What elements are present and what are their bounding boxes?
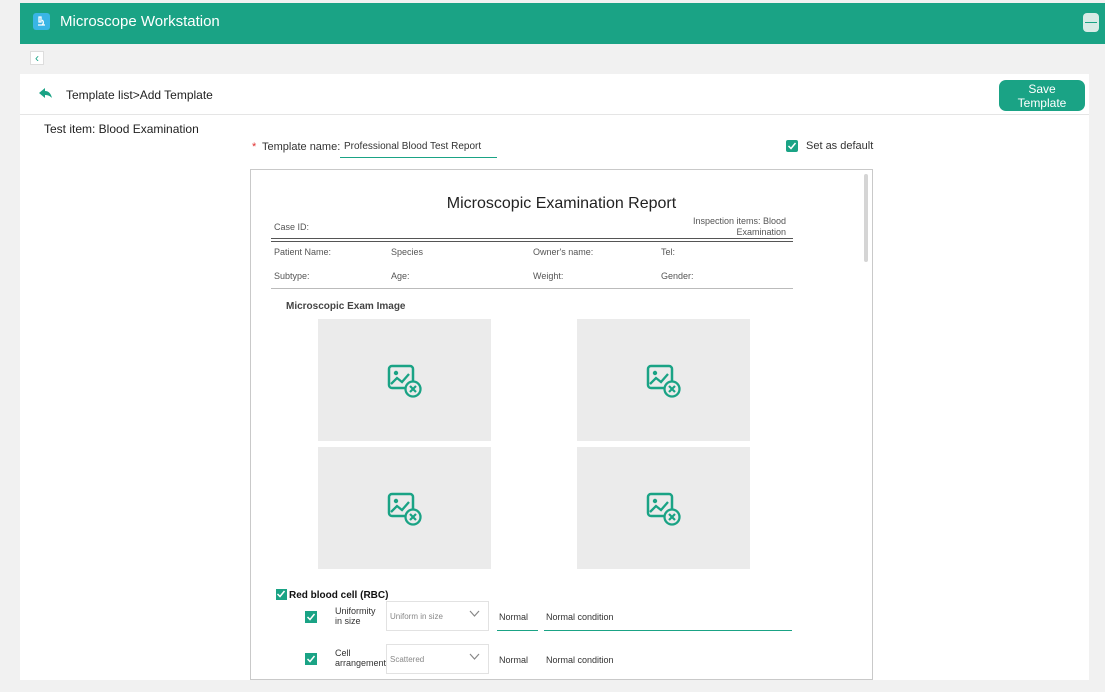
- report-preview[interactable]: Microscopic Examination Report Case ID: …: [250, 169, 873, 680]
- microscope-app-icon: [33, 13, 50, 30]
- minimize-button[interactable]: [1083, 13, 1099, 32]
- case-id-label: Case ID:: [274, 222, 310, 232]
- image-placeholder[interactable]: [577, 447, 750, 569]
- broken-image-icon: [387, 364, 422, 398]
- image-section-title: Microscopic Exam Image: [286, 301, 406, 312]
- save-template-button[interactable]: Save Template: [999, 80, 1085, 111]
- subtype-label: Subtype:: [274, 271, 310, 281]
- arrangement-condition[interactable]: Normal condition: [546, 655, 614, 665]
- main-panel: Template list>Add Template Save Template…: [20, 74, 1089, 680]
- rbc-checkbox[interactable]: [276, 589, 287, 600]
- rbc-section-label: Red blood cell (RBC): [289, 590, 389, 601]
- back-arrow-icon[interactable]: [39, 88, 53, 99]
- broken-image-icon: [646, 492, 681, 526]
- age-label: Age:: [391, 271, 410, 281]
- normal-underline: [497, 630, 538, 631]
- arrangement-select-value: Scattered: [390, 655, 425, 664]
- arrangement-normal[interactable]: Normal: [499, 655, 528, 665]
- tel-label: Tel:: [661, 247, 676, 257]
- template-name-label: Template name:: [262, 141, 341, 153]
- required-marker: *: [252, 141, 257, 153]
- broken-image-icon: [387, 492, 422, 526]
- scrollbar[interactable]: [864, 174, 868, 262]
- uniformity-condition[interactable]: Normal condition: [546, 612, 614, 622]
- set-default-checkbox[interactable]: [786, 140, 798, 152]
- gender-label: Gender:: [661, 271, 694, 281]
- template-name-input[interactable]: [340, 135, 497, 158]
- patient-name-label: Patient Name:: [274, 247, 332, 257]
- breadcrumb[interactable]: Template list>Add Template: [66, 88, 213, 102]
- report-title: Microscopic Examination Report: [446, 195, 677, 212]
- uniformity-select-value: Uniform in size: [390, 612, 443, 621]
- arrangement-label: Cell arrangement: [335, 648, 387, 668]
- app-title: Microscope Workstation: [60, 13, 220, 30]
- uniformity-normal[interactable]: Normal: [499, 612, 528, 622]
- image-placeholder[interactable]: [577, 319, 750, 441]
- arrangement-checkbox[interactable]: [305, 653, 317, 665]
- arrangement-select[interactable]: Scattered: [386, 644, 489, 674]
- uniformity-select[interactable]: Uniform in size: [386, 601, 489, 631]
- test-item-label: Test item: Blood Examination: [44, 122, 199, 136]
- condition-underline: [544, 630, 792, 631]
- chevron-left-icon[interactable]: ‹: [30, 51, 44, 65]
- set-default-label: Set as default: [806, 140, 874, 152]
- uniformity-checkbox[interactable]: [305, 611, 317, 623]
- page-header: Template list>Add Template Save Template: [20, 74, 1089, 115]
- broken-image-icon: [646, 364, 681, 398]
- divider: [271, 288, 793, 289]
- chevron-down-icon: [469, 653, 480, 663]
- weight-label: Weight:: [533, 271, 564, 281]
- owner-name-label: Owner's name:: [533, 247, 594, 257]
- species-label: Species: [391, 247, 424, 257]
- image-placeholder[interactable]: [318, 319, 491, 441]
- divider: [271, 238, 793, 239]
- image-placeholder[interactable]: [318, 447, 491, 569]
- inspection-items-label: Inspection items: Blood Examination: [692, 216, 786, 237]
- chevron-down-icon: [469, 610, 480, 620]
- title-bar: Microscope Workstation: [20, 3, 1105, 44]
- uniformity-label: Uniformity in size: [335, 606, 376, 626]
- divider: [271, 241, 793, 242]
